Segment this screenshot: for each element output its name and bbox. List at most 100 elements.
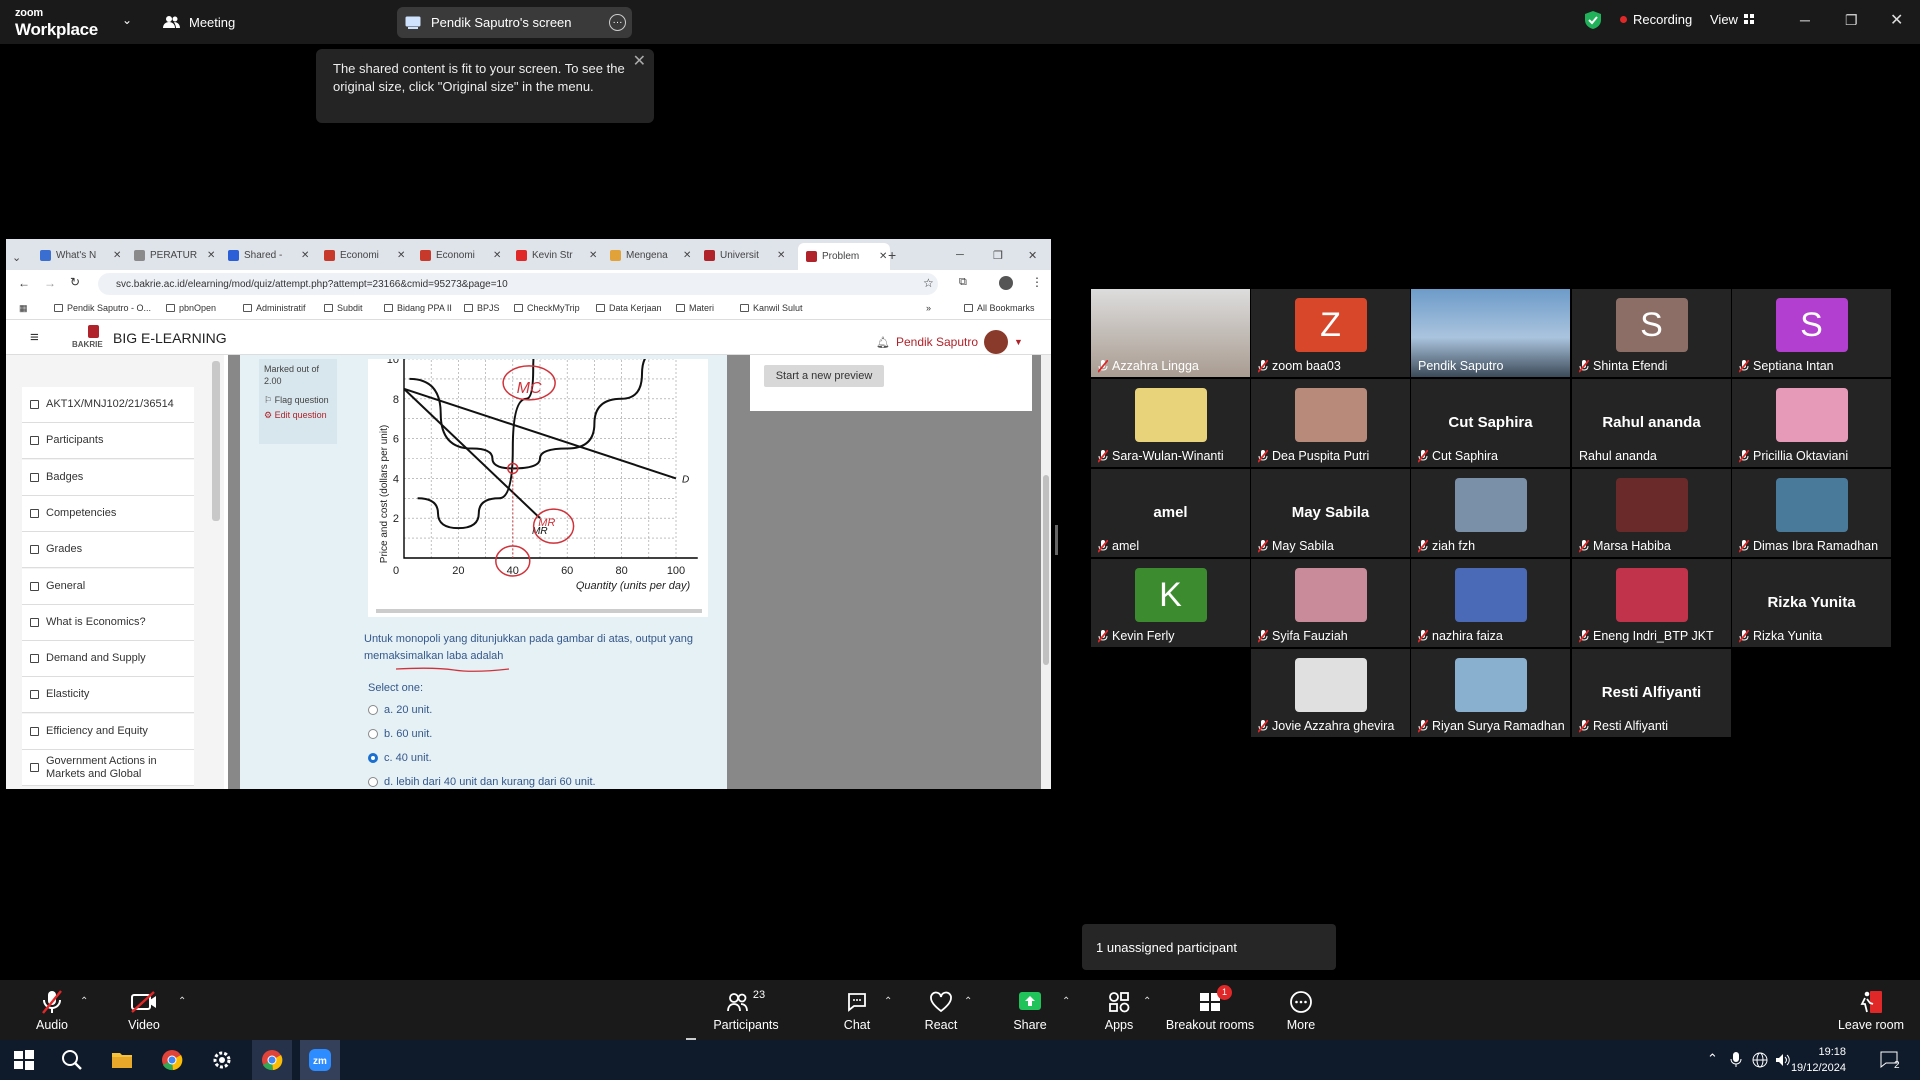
tab-close-icon[interactable]: ✕ <box>879 251 887 262</box>
browser-tab[interactable]: Shared - ✕ <box>228 243 320 267</box>
share-caret-icon[interactable]: ⌃ <box>1062 996 1070 1007</box>
browser-tab[interactable]: PERATUR ✕ <box>134 243 226 267</box>
globe-icon[interactable] <box>1752 1052 1768 1068</box>
chat-button[interactable]: Chat <box>837 988 877 1032</box>
tab-close-icon[interactable]: ✕ <box>113 250 121 261</box>
tab-search-icon[interactable]: ⌄ <box>12 245 21 269</box>
close-icon[interactable]: ✕ <box>1028 243 1037 267</box>
participant-tile[interactable]: Dea Puspita Putri <box>1251 379 1410 467</box>
sidebar-nav-item[interactable]: Participants <box>22 423 194 460</box>
chevron-down-icon[interactable]: ⌄ <box>122 13 132 27</box>
participant-tile[interactable]: Marsa Habiba <box>1572 469 1731 557</box>
close-icon[interactable]: ✕ <box>633 53 646 71</box>
audio-caret-icon[interactable]: ⌃ <box>80 996 88 1007</box>
star-icon[interactable]: ☆ <box>923 276 934 290</box>
browser-tab[interactable]: Mengena ✕ <box>610 243 702 267</box>
browser-tab[interactable]: Kevin Str ✕ <box>516 243 608 267</box>
sidebar-nav-item[interactable]: Efficiency and Equity <box>22 713 194 750</box>
participant-tile[interactable]: Pendik Saputro <box>1411 289 1570 377</box>
bookmark-item[interactable]: pbnOpen <box>166 303 216 313</box>
participant-tile[interactable]: K Kevin Ferly <box>1091 559 1250 647</box>
bookmark-item[interactable]: Subdit <box>324 303 363 313</box>
sidebar-nav-item[interactable]: AKT1X/MNJ102/21/36514 <box>22 387 194 423</box>
participants-button[interactable]: 23 Participants <box>712 988 780 1032</box>
radio-button[interactable] <box>368 753 378 763</box>
chrome-icon[interactable] <box>260 1048 284 1072</box>
close-icon[interactable]: ✕ <box>1890 10 1903 30</box>
participant-tile[interactable]: Cut Saphira Cut Saphira <box>1411 379 1570 467</box>
sidebar-nav-item[interactable]: Badges <box>22 459 194 496</box>
shield-icon[interactable] <box>1585 11 1601 29</box>
search-icon[interactable] <box>60 1048 84 1072</box>
participant-tile[interactable]: S Septiana Intan <box>1732 289 1891 377</box>
participant-tile[interactable]: nazhira faiza <box>1411 559 1570 647</box>
video-button[interactable]: Video <box>118 988 170 1032</box>
back-icon[interactable]: ← <box>18 276 30 290</box>
answer-option[interactable]: b. 60 unit. <box>368 728 432 740</box>
settings-gear-icon[interactable] <box>210 1048 234 1072</box>
radio-button[interactable] <box>368 777 378 787</box>
apps-caret-icon[interactable]: ⌃ <box>1143 996 1151 1007</box>
tab-close-icon[interactable]: ✕ <box>397 250 405 261</box>
flag-question[interactable]: ⚐ Flag question <box>264 394 332 406</box>
participant-tile[interactable]: Pricillia Oktaviani <box>1732 379 1891 467</box>
browser-tab[interactable]: Economi ✕ <box>420 243 512 267</box>
participant-tile[interactable]: ziah fzh <box>1411 469 1570 557</box>
menu-kebab-icon[interactable]: ⋮ <box>1031 275 1043 289</box>
more-options-icon[interactable]: ··· <box>609 14 626 31</box>
browser-tab[interactable]: Universit ✕ <box>704 243 796 267</box>
participant-tile[interactable]: S Shinta Efendi <box>1572 289 1731 377</box>
participant-tile[interactable]: amel amel <box>1091 469 1250 557</box>
bookmark-item[interactable]: Materi <box>676 303 714 313</box>
extensions-icon[interactable]: ⧉ <box>959 276 967 289</box>
participant-tile[interactable]: Rahul ananda Rahul ananda <box>1572 379 1731 467</box>
sidebar-nav-item[interactable]: What is Economics? <box>22 604 194 641</box>
sidebar-nav-item[interactable]: Competencies <box>22 495 194 532</box>
tab-close-icon[interactable]: ✕ <box>589 250 597 261</box>
bookmark-item[interactable]: Kanwil Sulut <box>740 303 803 313</box>
chat-caret-icon[interactable]: ⌃ <box>884 996 892 1007</box>
page-scrollbar[interactable] <box>1041 355 1051 789</box>
forward-icon[interactable]: → <box>44 276 56 290</box>
scrollbar-thumb[interactable] <box>1043 475 1049 665</box>
view-button[interactable]: View <box>1710 12 1755 27</box>
zoom-app-icon[interactable]: zm <box>308 1048 332 1072</box>
leave-room-button[interactable]: Leave room <box>1836 988 1906 1032</box>
browser-tab[interactable]: Problem ✕ <box>798 243 890 270</box>
restore-icon[interactable]: ❐ <box>993 243 1003 267</box>
clock[interactable]: 19:18 19/12/2024 <box>1790 1044 1846 1076</box>
edit-question[interactable]: ⚙ Edit question <box>264 409 332 421</box>
zoom-logo[interactable]: zoom Workplace <box>15 5 98 39</box>
user-menu[interactable]: 🔔︎ Pendik Saputro ▼ <box>876 330 1023 354</box>
sidebar-nav-item[interactable]: General <box>22 568 194 605</box>
tray-overflow-icon[interactable]: ⌃ <box>1707 1051 1718 1067</box>
share-button[interactable]: Share <box>1010 988 1050 1032</box>
restore-icon[interactable]: ❐ <box>1845 12 1858 29</box>
participant-tile[interactable]: Dimas Ibra Ramadhan <box>1732 469 1891 557</box>
minimize-icon[interactable]: ─ <box>956 243 964 267</box>
profile-icon[interactable] <box>999 276 1013 290</box>
sidebar-nav-item[interactable]: Elasticity <box>22 677 194 714</box>
participant-tile[interactable]: Eneng Indri_BTP JKT <box>1572 559 1731 647</box>
sidebar-nav-item[interactable]: Government Actions in Markets and Global <box>22 750 194 786</box>
bookmark-item[interactable]: Data Kerjaan <box>596 303 662 313</box>
bookmark-item[interactable]: Pendik Saputro - O... <box>54 303 151 313</box>
participant-tile[interactable]: Syifa Fauziah <box>1251 559 1410 647</box>
tab-close-icon[interactable]: ✕ <box>683 250 691 261</box>
lms-title[interactable]: BIG E-LEARNING <box>113 330 227 346</box>
url-field[interactable]: svc.bakrie.ac.id/elearning/mod/quiz/atte… <box>98 273 938 295</box>
all-bookmarks[interactable]: All Bookmarks <box>964 303 1035 313</box>
sidebar-nav-item[interactable]: Grades <box>22 532 194 569</box>
chrome-icon[interactable] <box>160 1048 184 1072</box>
participant-tile[interactable]: Jovie Azzahra ghevira <box>1251 649 1410 737</box>
meeting-button[interactable]: Meeting <box>163 11 235 33</box>
bookmark-item[interactable]: Administratif <box>243 303 306 313</box>
video-caret-icon[interactable]: ⌃ <box>178 996 186 1007</box>
sidebar-scrollbar[interactable] <box>212 361 220 521</box>
windows-start-icon[interactable] <box>12 1048 36 1072</box>
shared-screen[interactable]: ⌄ What's N ✕ PERATUR ✕ Shared - ✕ Economi ✕ Econ… <box>6 239 1051 789</box>
splitter-handle[interactable] <box>1055 525 1058 555</box>
share-screen-pill[interactable]: Pendik Saputro's screen ··· <box>397 7 632 38</box>
answer-option[interactable]: a. 20 unit. <box>368 704 432 716</box>
bell-icon[interactable]: 🔔︎ <box>876 336 890 349</box>
